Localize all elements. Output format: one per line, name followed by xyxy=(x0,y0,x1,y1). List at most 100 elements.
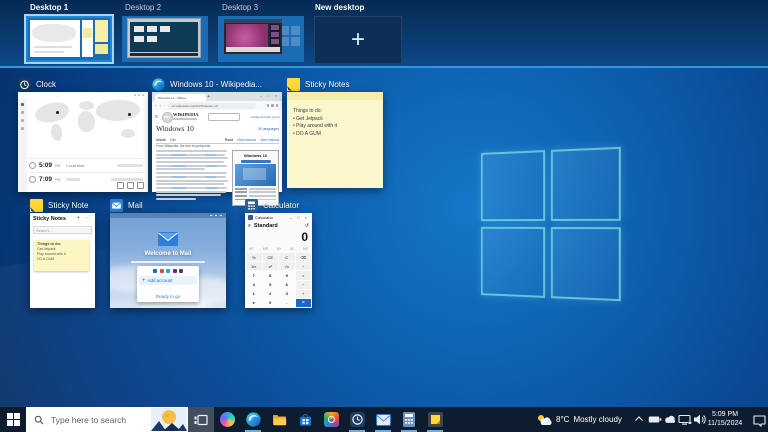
taskbar-clock[interactable]: 5:09 PM 11/15/2024 xyxy=(702,411,748,428)
calc-key[interactable]: 4 xyxy=(246,281,262,289)
calculator-mode-label[interactable]: Standard xyxy=(254,223,278,229)
wikipedia-account-links[interactable]: Create account Log in xyxy=(251,115,280,119)
calc-key[interactable]: 3 xyxy=(279,290,295,298)
clock-window-title: Clock xyxy=(36,80,56,89)
onedrive-icon[interactable] xyxy=(663,413,677,426)
stickynote-list-header[interactable]: Sticky Note xyxy=(30,198,88,212)
mail-icon xyxy=(376,414,391,426)
network-icon[interactable] xyxy=(678,413,692,426)
history-icon[interactable]: ↺ xyxy=(305,223,309,229)
taskbar-calculator-button[interactable] xyxy=(396,407,422,432)
desktop3-thumbnail[interactable] xyxy=(218,16,304,62)
wikipedia-window-thumbnail[interactable]: Windows 10 - Wikipe... + – □ × ‹ › en.wi… xyxy=(152,92,282,192)
calc-key[interactable]: 1 xyxy=(246,290,262,298)
hamburger-icon[interactable]: ≡ xyxy=(155,114,158,120)
calc-key[interactable]: 2 xyxy=(263,290,279,298)
wikipedia-search-box[interactable] xyxy=(208,113,240,121)
calculator-thumbnail[interactable]: Calculator – □ × ≡ Standard ↺ 0 MCMRM+ M… xyxy=(245,213,312,308)
stickynotes-thumbnail[interactable]: Things to do: • Get Jetpack • Play aroun… xyxy=(287,92,383,188)
search-icon xyxy=(34,415,44,425)
battery-icon[interactable] xyxy=(648,413,662,426)
hamburger-icon[interactable]: ≡ xyxy=(248,223,251,229)
taskbar-clock-button[interactable] xyxy=(344,407,370,432)
browser-extension-icons[interactable] xyxy=(267,104,279,107)
calc-key[interactable]: ÷ xyxy=(296,262,312,270)
search-input[interactable] xyxy=(49,414,149,426)
calc-key[interactable]: 0 xyxy=(263,299,279,307)
add-account-label: Add account xyxy=(148,278,173,283)
bing-daily-image[interactable] xyxy=(151,408,187,431)
mail-window-thumbnail[interactable]: Welcome to Mail + Add account Ready to g… xyxy=(110,213,226,308)
start-button[interactable] xyxy=(0,407,26,432)
calc-key[interactable]: 9 xyxy=(279,271,295,279)
sticky-list-actions[interactable]: + ⋯ xyxy=(77,215,92,221)
memory-buttons-row[interactable]: MCMRM+ M-MS xyxy=(249,246,308,252)
taskbar-search-box[interactable] xyxy=(26,407,188,432)
menu-read[interactable]: Read xyxy=(225,138,233,142)
taskbar-mail-button[interactable] xyxy=(370,407,396,432)
calc-key[interactable]: 7 xyxy=(246,271,262,279)
copilot-icon xyxy=(220,412,235,427)
calculator-window-controls[interactable]: – □ × xyxy=(290,215,309,220)
stickynotes-window-header[interactable]: Sticky Notes xyxy=(287,77,349,91)
calc-key[interactable]: x² xyxy=(263,262,279,270)
tab-article[interactable]: Article xyxy=(156,138,166,142)
taskbar-copilot-button[interactable] xyxy=(214,407,240,432)
new-desktop-tile[interactable]: + xyxy=(314,16,402,64)
menu-view-history[interactable]: View history xyxy=(260,138,279,142)
calc-key[interactable]: + xyxy=(296,290,312,298)
taskbar-edge-button[interactable] xyxy=(240,407,266,432)
remote-time-value: 7:09 xyxy=(39,176,52,183)
languages-link[interactable]: 30 languages xyxy=(258,127,279,131)
show-hidden-icons-chevron[interactable] xyxy=(633,413,645,425)
clock-window-header[interactable]: Clock xyxy=(18,77,56,91)
calc-key[interactable]: 1/x xyxy=(246,262,262,270)
calc-key[interactable]: % xyxy=(246,253,262,261)
wikipedia-window-header[interactable]: Windows 10 - Wikipedia... xyxy=(152,77,262,91)
taskbar-weather-widget[interactable]: 8°C Mostly cloudy xyxy=(536,407,622,432)
taskbar-photos-button[interactable] xyxy=(318,407,344,432)
url-field[interactable]: en.wikipedia.org/wiki/Windows_10 xyxy=(168,103,256,109)
mail-window-header[interactable]: Mail xyxy=(110,198,143,212)
calculator-window-header[interactable]: Calculator xyxy=(245,198,299,212)
calc-key[interactable]: CE xyxy=(263,253,279,261)
mail-subtitle-placeholder xyxy=(131,261,205,263)
tab-talk[interactable]: Talk xyxy=(170,138,176,142)
sticky-notes-icon xyxy=(428,412,443,427)
calc-key[interactable]: 5 xyxy=(263,281,279,289)
stickynote-list-thumbnail[interactable]: Sticky Notes + ⋯ Search... Things to do:… xyxy=(30,213,95,308)
action-center-icon[interactable] xyxy=(752,413,767,427)
calc-key[interactable]: . xyxy=(279,299,295,307)
calc-key[interactable]: − xyxy=(296,281,312,289)
task-view-screen: Desktop 1 Desktop 2 Desktop 3 New deskto… xyxy=(0,0,768,432)
calc-key[interactable]: 8 xyxy=(263,271,279,279)
browser-window-controls[interactable]: – □ × xyxy=(260,93,279,98)
calc-equals-key[interactable]: = xyxy=(296,299,312,307)
world-clock-row-1[interactable]: 5:09 PM Local time xyxy=(29,158,143,172)
sticky-search-box[interactable]: Search... xyxy=(33,226,92,234)
photos-icon xyxy=(324,412,339,427)
calc-key[interactable]: √x xyxy=(279,262,295,270)
clock-window-thumbnail[interactable]: 5:09 PM Local time 7:09 PM xyxy=(18,92,148,192)
menu-view-source[interactable]: View source xyxy=(237,138,256,142)
calc-key[interactable]: × xyxy=(296,271,312,279)
back-forward-icons[interactable]: ‹ › xyxy=(155,103,162,108)
desktop2-thumbnail[interactable] xyxy=(122,16,208,62)
calc-key[interactable]: C xyxy=(279,253,295,261)
calc-key[interactable]: ± xyxy=(246,299,262,307)
calculator-display: 0 xyxy=(245,230,308,245)
calc-key[interactable]: 6 xyxy=(279,281,295,289)
taskbar-sticky-notes-button[interactable] xyxy=(422,407,448,432)
add-account-button[interactable]: + Add account xyxy=(139,276,197,285)
task-view-button[interactable] xyxy=(188,407,214,432)
remote-time-ampm: PM xyxy=(55,178,60,182)
new-tab-icon[interactable]: + xyxy=(207,94,210,100)
browser-tab[interactable]: Windows 10 - Wikipe... xyxy=(155,94,206,101)
ready-to-go-button[interactable]: Ready to go xyxy=(137,294,199,299)
note-preview-card[interactable]: Things to do: Get Jetpack Play around wi… xyxy=(34,240,89,271)
taskbar-store-button[interactable] xyxy=(292,407,318,432)
calc-key[interactable]: ⌫ xyxy=(296,253,312,261)
desktop1-thumbnail[interactable] xyxy=(26,16,112,62)
taskbar-file-explorer-button[interactable] xyxy=(266,407,292,432)
clock-toolbar-buttons[interactable] xyxy=(117,182,144,189)
